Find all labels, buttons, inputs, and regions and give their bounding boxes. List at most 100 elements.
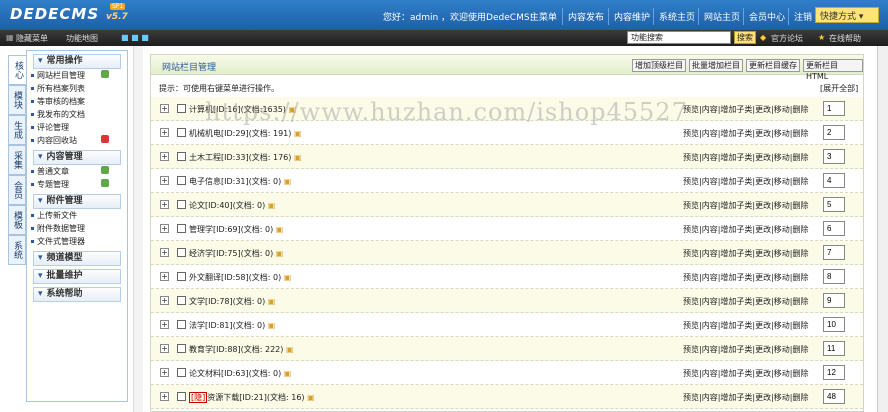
sidebar-item-file-manager[interactable]: 文件式管理器 <box>27 235 127 248</box>
row-checkbox[interactable] <box>177 392 186 401</box>
tab-template[interactable]: 模板 <box>8 205 26 235</box>
nav-content-publish[interactable]: 内容发布 <box>562 8 609 25</box>
sidebar-item-article[interactable]: 普通文章 <box>27 165 127 178</box>
tab-module[interactable]: 模块 <box>8 85 26 115</box>
page-scrollbar[interactable] <box>877 46 888 412</box>
sort-order-input[interactable] <box>823 293 845 308</box>
sidebar-item-comments[interactable]: 评论管理 <box>27 121 127 134</box>
expand-icon[interactable]: + <box>160 152 169 161</box>
edit-icon[interactable]: ▣ <box>307 393 315 402</box>
row-checkbox[interactable] <box>177 368 186 377</box>
quick-menu-button[interactable]: 快捷方式 ▾ <box>815 7 879 23</box>
forum-link[interactable]: 官方论坛 <box>771 33 803 44</box>
row-checkbox[interactable] <box>177 200 186 209</box>
expand-icon[interactable]: + <box>160 368 169 377</box>
tab-core[interactable]: 核心 <box>8 55 26 85</box>
row-actions[interactable]: 预览|内容|增加子类|更改|移动|删除 <box>683 320 808 331</box>
row-checkbox[interactable] <box>177 248 186 257</box>
group-batch[interactable]: ▾ 批量维护 <box>33 269 121 284</box>
sort-order-input[interactable] <box>823 269 845 284</box>
search-button[interactable]: 搜索 <box>734 31 756 44</box>
category-name[interactable]: 文学[ID:78](文档: 0) ▣ <box>189 296 275 307</box>
category-name[interactable]: 土木工程[ID:33](文档: 176) ▣ <box>189 152 302 163</box>
expand-icon[interactable]: + <box>160 344 169 353</box>
category-name[interactable]: 法学[ID:81](文档: 0) ▣ <box>189 320 275 331</box>
expand-icon[interactable]: + <box>160 320 169 329</box>
expand-icon[interactable]: + <box>160 176 169 185</box>
sort-order-input[interactable] <box>823 365 845 380</box>
row-actions[interactable]: 预览|内容|增加子类|更改|移动|删除 <box>683 176 808 187</box>
category-name[interactable]: [隐] 资源下载[ID:21](文档: 16) ▣ <box>189 392 315 403</box>
row-actions[interactable]: 预览|内容|增加子类|更改|移动|删除 <box>683 272 808 283</box>
add-top-category-button[interactable]: 增加顶级栏目 <box>632 59 686 72</box>
func-search-input[interactable] <box>627 31 731 44</box>
hide-menu-link[interactable]: 隐藏菜单 <box>16 33 48 44</box>
category-name[interactable]: 教育学[ID:88](文档: 222) ▣ <box>189 344 294 355</box>
group-content[interactable]: ▾ 内容管理 <box>33 150 121 165</box>
row-checkbox[interactable] <box>177 224 186 233</box>
clear-icon[interactable] <box>101 135 109 143</box>
row-checkbox[interactable] <box>177 296 186 305</box>
sidebar-item-special[interactable]: 专题管理 <box>27 178 127 191</box>
edit-icon[interactable]: ▣ <box>284 177 292 186</box>
edit-icon[interactable]: ▣ <box>294 153 302 162</box>
expand-icon[interactable]: + <box>160 224 169 233</box>
edit-icon[interactable]: ▣ <box>268 201 276 210</box>
row-checkbox[interactable] <box>177 152 186 161</box>
category-name[interactable]: 机械机电[ID:29](文档: 191) ▣ <box>189 128 302 139</box>
category-name[interactable]: 外文翻译[ID:58](文档: 0) ▣ <box>189 272 291 283</box>
edit-icon[interactable]: ▣ <box>276 249 284 258</box>
row-actions[interactable]: 预览|内容|增加子类|更改|移动|删除 <box>683 200 808 211</box>
row-actions[interactable]: 预览|内容|增加子类|更改|移动|删除 <box>683 248 808 259</box>
row-checkbox[interactable] <box>177 320 186 329</box>
tab-generate[interactable]: 生成 <box>8 115 26 145</box>
sort-order-input[interactable] <box>823 317 845 332</box>
sort-order-input[interactable] <box>823 245 845 260</box>
row-checkbox[interactable] <box>177 176 186 185</box>
update-html-button[interactable]: 更新栏目HTML <box>803 59 863 81</box>
batch-add-category-button[interactable]: 批量增加栏目 <box>689 59 743 72</box>
tab-member[interactable]: 会员 <box>8 175 26 205</box>
update-cache-button[interactable]: 更新栏目缓存 <box>746 59 800 72</box>
row-actions[interactable]: 预览|内容|增加子类|更改|移动|删除 <box>683 104 808 115</box>
help-link[interactable]: 在线帮助 <box>829 33 861 44</box>
sort-order-input[interactable] <box>823 149 845 164</box>
row-actions[interactable]: 预览|内容|增加子类|更改|移动|删除 <box>683 368 808 379</box>
sidebar-item-attach-data[interactable]: 附件数据管理 <box>27 222 127 235</box>
expand-icon[interactable]: + <box>160 104 169 113</box>
edit-icon[interactable]: ▣ <box>268 321 276 330</box>
nav-system-home[interactable]: 系统主页 <box>653 8 700 25</box>
category-name[interactable]: 经济学[ID:75](文档: 0) ▣ <box>189 248 283 259</box>
sidebar-item-category[interactable]: 网站栏目管理 <box>27 69 127 82</box>
add-icon[interactable] <box>101 166 109 174</box>
row-checkbox[interactable] <box>177 104 186 113</box>
edit-icon[interactable]: ▣ <box>288 105 296 114</box>
expand-icon[interactable]: + <box>160 200 169 209</box>
nav-member-center[interactable]: 会员中心 <box>743 8 790 25</box>
skin-icons[interactable]: ■ ■ ■ <box>121 33 149 42</box>
expand-all-link[interactable]: [展开全部] <box>820 83 858 94</box>
expand-icon[interactable]: + <box>160 272 169 281</box>
sidebar-item-pending[interactable]: 等审核的档案 <box>27 95 127 108</box>
expand-icon[interactable]: + <box>160 296 169 305</box>
group-common[interactable]: ▾ 常用操作 <box>33 54 121 69</box>
nav-logout[interactable]: 注销 <box>788 8 817 25</box>
row-checkbox[interactable] <box>177 128 186 137</box>
expand-icon[interactable]: + <box>160 128 169 137</box>
sort-order-input[interactable] <box>823 197 845 212</box>
group-help[interactable]: ▾ 系统帮助 <box>33 287 121 302</box>
nav-content-maintain[interactable]: 内容维护 <box>608 8 655 25</box>
sort-order-input[interactable] <box>823 101 845 116</box>
sort-order-input[interactable] <box>823 173 845 188</box>
func-map-link[interactable]: 功能地图 <box>66 33 98 44</box>
tab-collect[interactable]: 采集 <box>8 145 26 175</box>
category-name[interactable]: 计算机[ID:16](文档:1635) ▣ <box>189 104 296 115</box>
sidebar-item-all-docs[interactable]: 所有档案列表 <box>27 82 127 95</box>
expand-icon[interactable]: + <box>160 248 169 257</box>
tab-system[interactable]: 系统 <box>8 235 26 265</box>
add-icon[interactable] <box>101 179 109 187</box>
row-actions[interactable]: 预览|内容|增加子类|更改|移动|删除 <box>683 296 808 307</box>
category-name[interactable]: 管理学[ID:69](文档: 0) ▣ <box>189 224 283 235</box>
edit-icon[interactable]: ▣ <box>276 225 284 234</box>
sidebar-scrollbar[interactable] <box>133 46 143 412</box>
